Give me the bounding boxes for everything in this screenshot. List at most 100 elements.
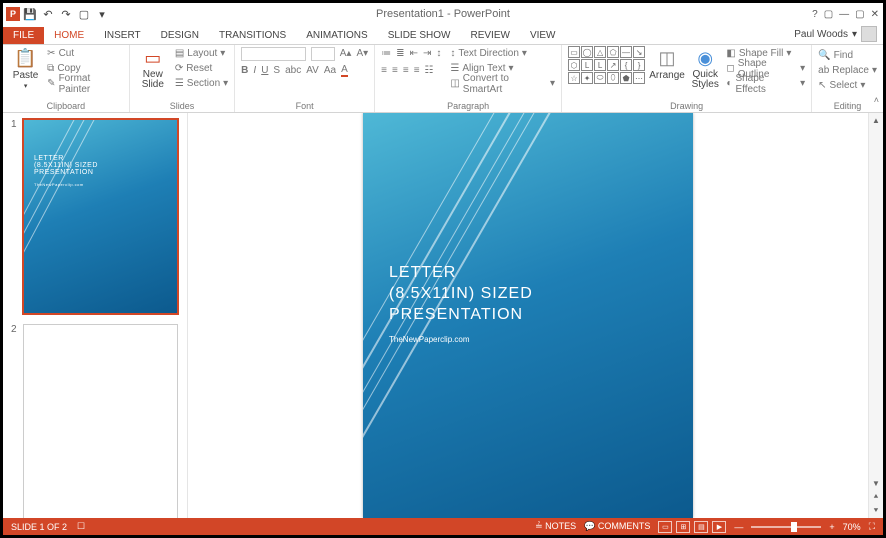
tab-home[interactable]: HOME [44,27,94,44]
slide-counter[interactable]: SLIDE 1 OF 2 [11,522,67,532]
tab-slideshow[interactable]: SLIDE SHOW [378,27,461,44]
zoom-slider[interactable] [751,526,821,528]
arrange-button[interactable]: ◫Arrange [650,46,684,81]
comments-button[interactable]: 💬 COMMENTS [584,521,650,532]
case-button[interactable]: Aa [324,65,336,76]
quick-styles-button[interactable]: ◉Quick Styles [689,46,721,90]
select-button[interactable]: ↖Select▾ [818,78,877,93]
paste-icon: 📋 [14,48,36,69]
slideshow-view-button[interactable]: ▶ [712,521,726,533]
shapes-gallery[interactable]: ▭◯△⬠—↘ ⬡LL↗{} ☆✦⬭⬯⬟⋯ [568,46,645,84]
grow-font-icon[interactable]: A▴ [340,48,352,59]
format-painter-button[interactable]: ✎Format Painter [47,76,123,91]
inc-indent-button[interactable]: ⇥ [423,48,431,59]
minimize-icon[interactable]: — [839,9,849,20]
numbering-button[interactable]: ≣ [396,48,404,59]
align-right-button[interactable]: ≡ [403,65,409,76]
underline-button[interactable]: U [261,65,268,76]
maximize-icon[interactable]: ▢ [855,9,864,20]
bullets-button[interactable]: ≔ [381,48,391,59]
help-icon[interactable]: ? [812,9,818,20]
effects-icon: ◐ [726,78,732,89]
zoom-in-button[interactable]: + [829,522,834,532]
normal-view-button[interactable]: ▭ [658,521,672,533]
user-area[interactable]: Paul Woods ▾ [794,26,877,42]
group-font: A▴ A▾ B I U S abc AV Aa A Font [235,45,375,112]
powerpoint-icon: P [6,7,20,21]
group-editing-label: Editing [818,101,877,112]
font-color-button[interactable]: A [341,64,348,77]
font-family-select[interactable] [241,47,306,61]
replace-button[interactable]: abReplace▾ [818,63,877,78]
reset-button[interactable]: ⟳Reset [175,61,228,76]
slide-title[interactable]: LETTER (8.5X11IN) SIZED PRESENTATION [389,263,533,325]
redo-icon[interactable]: ↷ [58,6,74,22]
bold-button[interactable]: B [241,65,248,76]
dec-indent-button[interactable]: ⇤ [410,48,418,59]
find-button[interactable]: 🔍Find [818,48,877,63]
cut-button[interactable]: ✂Cut [47,46,123,61]
tab-view[interactable]: VIEW [520,27,566,44]
tab-review[interactable]: REVIEW [460,27,519,44]
thumbnail-2[interactable]: 2 [11,324,179,518]
thumbnail-1[interactable]: 1 LETTER (8.5X11IN) SIZED PRESENTATION T… [11,119,179,314]
undo-icon[interactable]: ↶ [40,6,56,22]
tab-transitions[interactable]: TRANSITIONS [209,27,296,44]
columns-button[interactable]: ☷ [425,65,434,76]
group-editing: 🔍Find abReplace▾ ↖Select▾ Editing [812,45,883,112]
align-center-button[interactable]: ≡ [392,65,398,76]
new-slide-button[interactable]: ▭ New Slide [136,46,170,90]
section-icon: ☰ [175,78,184,89]
vertical-scrollbar[interactable]: ▲ ▼ ⯅ ⯆ [868,113,883,518]
layout-button[interactable]: ▤Layout▾ [175,46,228,61]
tab-design[interactable]: DESIGN [151,27,209,44]
paste-button[interactable]: 📋 Paste ▾ [9,46,42,90]
line-spacing-button[interactable]: ↕ [436,48,441,59]
spacing-button[interactable]: AV [306,65,319,76]
spellcheck-icon[interactable]: ☐ [77,521,85,532]
window-title: Presentation1 - PowerPoint [376,8,510,20]
section-button[interactable]: ☰Section▾ [175,76,228,91]
fit-to-window-button[interactable]: ⛶ [869,521,875,532]
chevron-down-icon: ▾ [24,82,28,90]
next-slide-icon[interactable]: ⯆ [869,504,883,518]
italic-button[interactable]: I [253,65,256,76]
status-bar: SLIDE 1 OF 2 ☐ ≟ NOTES 💬 COMMENTS ▭ ⊞ ▤ … [3,518,883,535]
text-direction-button[interactable]: ↕Text Direction▾ [450,46,555,61]
arrange-icon: ◫ [659,48,676,69]
zoom-level[interactable]: 70% [843,522,861,532]
smartart-button[interactable]: ◫Convert to SmartArt▾ [450,76,555,91]
collapse-ribbon-icon[interactable]: ˄ [874,95,879,105]
group-drawing-label: Drawing [568,101,805,112]
strike-button[interactable]: S [273,65,280,76]
tab-file[interactable]: FILE [3,27,44,44]
zoom-out-button[interactable]: — [734,522,743,532]
scroll-up-icon[interactable]: ▲ [869,113,883,127]
font-size-select[interactable] [311,47,335,61]
save-icon[interactable]: 💾 [22,6,38,22]
sorter-view-button[interactable]: ⊞ [676,521,690,533]
scroll-down-icon[interactable]: ▼ [869,476,883,490]
reading-view-button[interactable]: ▤ [694,521,708,533]
align-left-button[interactable]: ≡ [381,65,387,76]
shape-effects-button[interactable]: ◐Shape Effects▾ [726,76,805,91]
shrink-font-icon[interactable]: A▾ [356,48,368,59]
shadow-button[interactable]: abc [285,65,301,76]
thumbnail-pane[interactable]: 1 LETTER (8.5X11IN) SIZED PRESENTATION T… [3,113,188,518]
qat-more-icon[interactable]: ▾ [94,6,110,22]
justify-button[interactable]: ≡ [414,65,420,76]
close-icon[interactable]: ✕ [871,9,879,20]
ribbon: 📋 Paste ▾ ✂Cut ⧉Copy ✎Format Painter Cli… [3,45,883,113]
user-dropdown-icon[interactable]: ▾ [852,29,857,40]
tab-insert[interactable]: INSERT [94,27,151,44]
group-font-label: Font [241,101,368,112]
paste-label: Paste [13,70,39,81]
quick-access-toolbar: P 💾 ↶ ↷ ▢ ▾ [3,6,110,22]
ribbon-options-icon[interactable]: ▢ [824,9,833,20]
slide-canvas[interactable]: LETTER (8.5X11IN) SIZED PRESENTATION The… [363,113,693,518]
prev-slide-icon[interactable]: ⯅ [869,490,883,504]
start-show-icon[interactable]: ▢ [76,6,92,22]
notes-button[interactable]: ≟ NOTES [535,521,576,532]
slide-stage[interactable]: LETTER (8.5X11IN) SIZED PRESENTATION The… [188,113,868,518]
tab-animations[interactable]: ANIMATIONS [296,27,377,44]
